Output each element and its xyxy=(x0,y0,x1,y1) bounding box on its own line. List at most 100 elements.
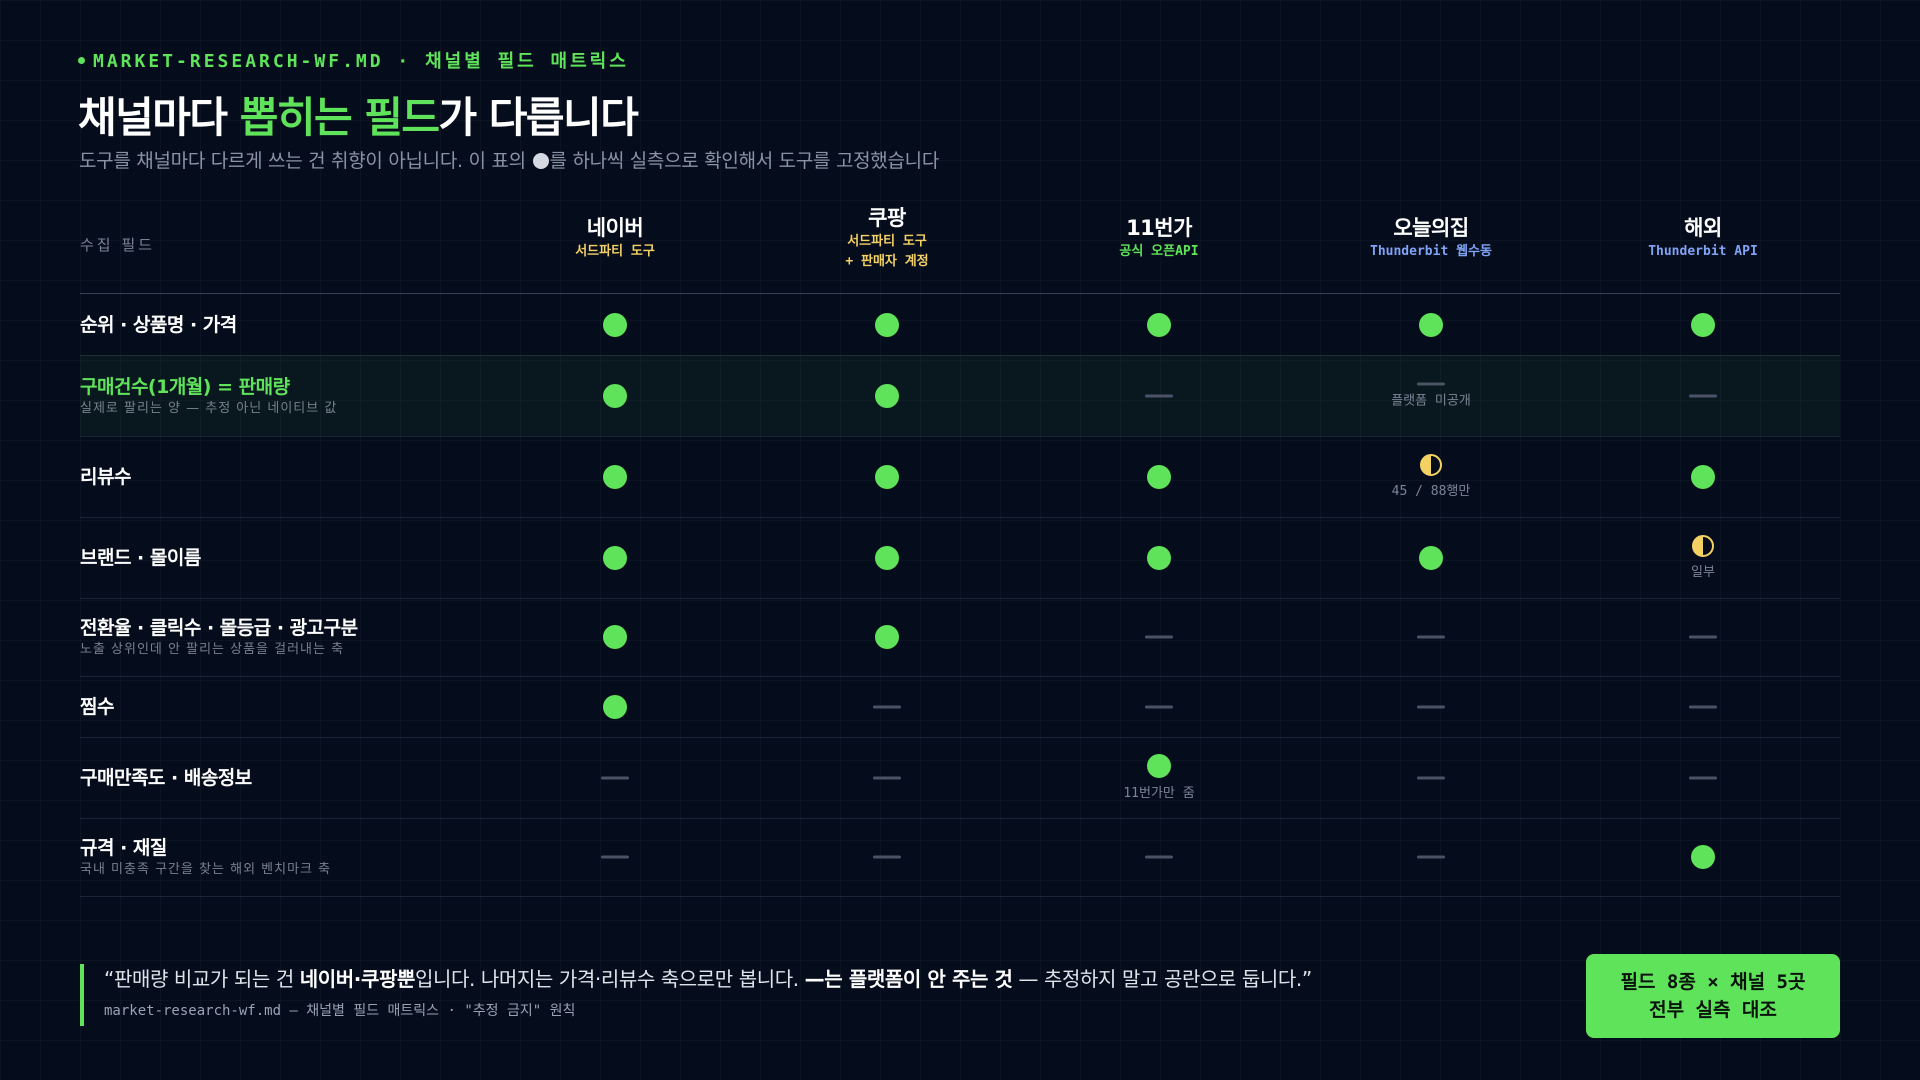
column-header-channel: 오늘의집 Thunderbit 웹수동 xyxy=(1311,214,1551,262)
table-row: 규격 · 재질 국내 미충족 구간을 찾는 해외 벤치마크 축 xyxy=(80,818,1840,897)
matrix-cell xyxy=(495,383,735,408)
matrix-cell xyxy=(1583,313,1823,337)
filled-circle-icon xyxy=(1419,545,1443,570)
column-header-channel: 네이버서드파티 도구 xyxy=(495,214,735,262)
channel-name: 쿠팡 xyxy=(868,206,906,230)
table-row: 브랜드 · 몰이름 일부 xyxy=(80,517,1840,599)
matrix-cell xyxy=(495,545,735,570)
subtitle-part-1: 도구를 채널마다 다르게 쓰는 건 취향이 아닙니다. 이 표의 xyxy=(79,150,532,172)
matrix-cell xyxy=(767,855,1007,859)
matrix-cell xyxy=(495,776,735,779)
filled-circle-icon xyxy=(875,464,899,489)
filled-circle-icon xyxy=(603,545,627,570)
filled-circle-icon xyxy=(532,153,549,169)
filled-circle-icon xyxy=(603,625,627,649)
field-column-header: 수집 필드 xyxy=(80,236,155,254)
dash-icon xyxy=(601,855,629,859)
dash-icon xyxy=(1417,776,1445,779)
matrix-cell xyxy=(1039,464,1279,489)
quote-part-3: — 추정하지 말고 공란으로 둡니다.” xyxy=(1012,967,1312,991)
field-label: 구매만족도 · 배송정보 xyxy=(80,766,252,789)
matrix-cell xyxy=(1311,313,1551,337)
column-header-channel: 해외 Thunderbit API xyxy=(1583,214,1823,262)
matrix-cell xyxy=(495,694,735,719)
dash-icon xyxy=(1417,635,1445,639)
field-cell: 찜수 xyxy=(80,694,114,720)
half-circle-icon xyxy=(1420,453,1442,476)
eyebrow-dot-icon xyxy=(78,56,85,64)
quote-text: “판매량 비교가 되는 건 네이버·쿠팡뿐입니다. 나머지는 가격·리뷰수 축으… xyxy=(104,964,1312,994)
matrix-cell xyxy=(767,545,1007,570)
filled-circle-icon xyxy=(1147,313,1171,337)
channel-name: 해외 xyxy=(1684,216,1722,240)
matrix-cell xyxy=(1311,705,1551,708)
matrix-cell xyxy=(495,464,735,489)
table-row: 리뷰수 45 / 88행만 xyxy=(80,436,1840,518)
matrix-cell xyxy=(1039,635,1279,639)
eyebrow-text: MARKET-RESEARCH-WF.MD · 채널별 필드 매트릭스 xyxy=(93,51,629,72)
dash-icon xyxy=(1145,635,1173,639)
filled-circle-icon xyxy=(875,313,899,337)
quote-part-2: 입니다. 나머지는 가격·리뷰수 축으로만 봅니다. xyxy=(415,967,805,991)
matrix-cell xyxy=(1311,635,1551,639)
matrix-cell xyxy=(1583,464,1823,489)
channel-source: 서드파티 도구 xyxy=(575,244,655,259)
matrix-cell xyxy=(495,313,735,337)
field-cell: 규격 · 재질 국내 미충족 구간을 찾는 해외 벤치마크 축 xyxy=(80,835,331,879)
filled-circle-icon xyxy=(875,383,899,408)
matrix-cell xyxy=(767,705,1007,708)
matrix-cell xyxy=(1039,313,1279,337)
summary-badge: 필드 8종 × 채널 5곳 전부 실측 대조 xyxy=(1586,954,1840,1038)
matrix-cell xyxy=(1039,855,1279,859)
table-row: 순위 · 상품명 · 가격 xyxy=(80,295,1840,356)
field-note: 실제로 팔리는 양 — 추정 아닌 네이티브 값 xyxy=(80,400,338,416)
channel-name: 네이버 xyxy=(586,216,644,240)
eyebrow: MARKET-RESEARCH-WF.MD · 채널별 필드 매트릭스 xyxy=(78,47,629,73)
field-cell: 순위 · 상품명 · 가격 xyxy=(80,312,237,338)
matrix-cell xyxy=(1311,776,1551,779)
filled-circle-icon xyxy=(875,625,899,649)
dash-icon xyxy=(1689,776,1717,779)
column-header-channel: 쿠팡 서드파티 도구 + 판매자 계정 xyxy=(767,204,1007,272)
matrix-cell: 일부 xyxy=(1583,534,1823,581)
field-cell: 구매만족도 · 배송정보 xyxy=(80,765,252,791)
field-label: 구매건수(1개월) = 판매량 xyxy=(80,375,290,398)
cell-note: 11번가만 줌 xyxy=(1123,785,1195,801)
dash-icon xyxy=(873,776,901,779)
table-header: 수집 필드 네이버 서드파티 도구 쿠팡 서드파티 도구 + 판매자 계정 11번가 공식 … xyxy=(80,200,1840,294)
matrix-cell xyxy=(1311,855,1551,859)
dash-icon xyxy=(1417,382,1445,385)
dash-icon xyxy=(1689,705,1717,708)
quote-block: “판매량 비교가 되는 건 네이버·쿠팡뿐입니다. 나머지는 가격·리뷰수 축으… xyxy=(80,964,1312,1026)
filled-circle-icon xyxy=(1147,464,1171,489)
matrix-cell xyxy=(1583,845,1823,869)
quote-bold-2: —는 플랫폼이 안 주는 것 xyxy=(804,967,1013,991)
field-cell: 리뷰수 xyxy=(80,464,131,490)
channel-source: Thunderbit 웹수동 xyxy=(1370,244,1492,259)
filled-circle-icon xyxy=(1147,545,1171,570)
cell-note: 45 / 88행만 xyxy=(1391,483,1471,499)
field-label: 순위 · 상품명 · 가격 xyxy=(80,314,237,336)
field-label: 전환율 · 클릭수 · 몰등급 · 광고구분 xyxy=(80,617,358,639)
matrix-cell xyxy=(1039,705,1279,708)
dash-icon xyxy=(1145,855,1173,859)
dash-icon xyxy=(1689,394,1717,397)
channel-source: + 판매자 계정 xyxy=(845,254,929,269)
channel-name: 오늘의집 xyxy=(1393,216,1469,240)
dash-icon xyxy=(1145,705,1173,708)
filled-circle-icon xyxy=(603,383,627,408)
page-title: 채널마다 뽑히는 필드가 다릅니다 xyxy=(78,84,639,145)
title-highlight: 뽑히는 필드 xyxy=(239,93,440,142)
quote-source: market-research-wf.md — 채널별 필드 매트릭스 · "추… xyxy=(104,1003,576,1019)
dash-icon xyxy=(873,855,901,859)
badge-line-1: 필드 8종 × 채널 5곳 xyxy=(1620,971,1806,993)
dash-icon xyxy=(1417,855,1445,859)
dash-icon xyxy=(1417,705,1445,708)
field-label: 규격 · 재질 xyxy=(80,837,167,859)
filled-circle-icon xyxy=(875,545,899,570)
channel-source: 공식 오픈API xyxy=(1119,244,1199,259)
filled-circle-icon xyxy=(603,464,627,489)
filled-circle-icon xyxy=(1691,464,1715,489)
column-header-channel: 11번가 공식 오픈API xyxy=(1039,214,1279,262)
matrix-cell: 11번가만 줌 xyxy=(1039,753,1279,802)
